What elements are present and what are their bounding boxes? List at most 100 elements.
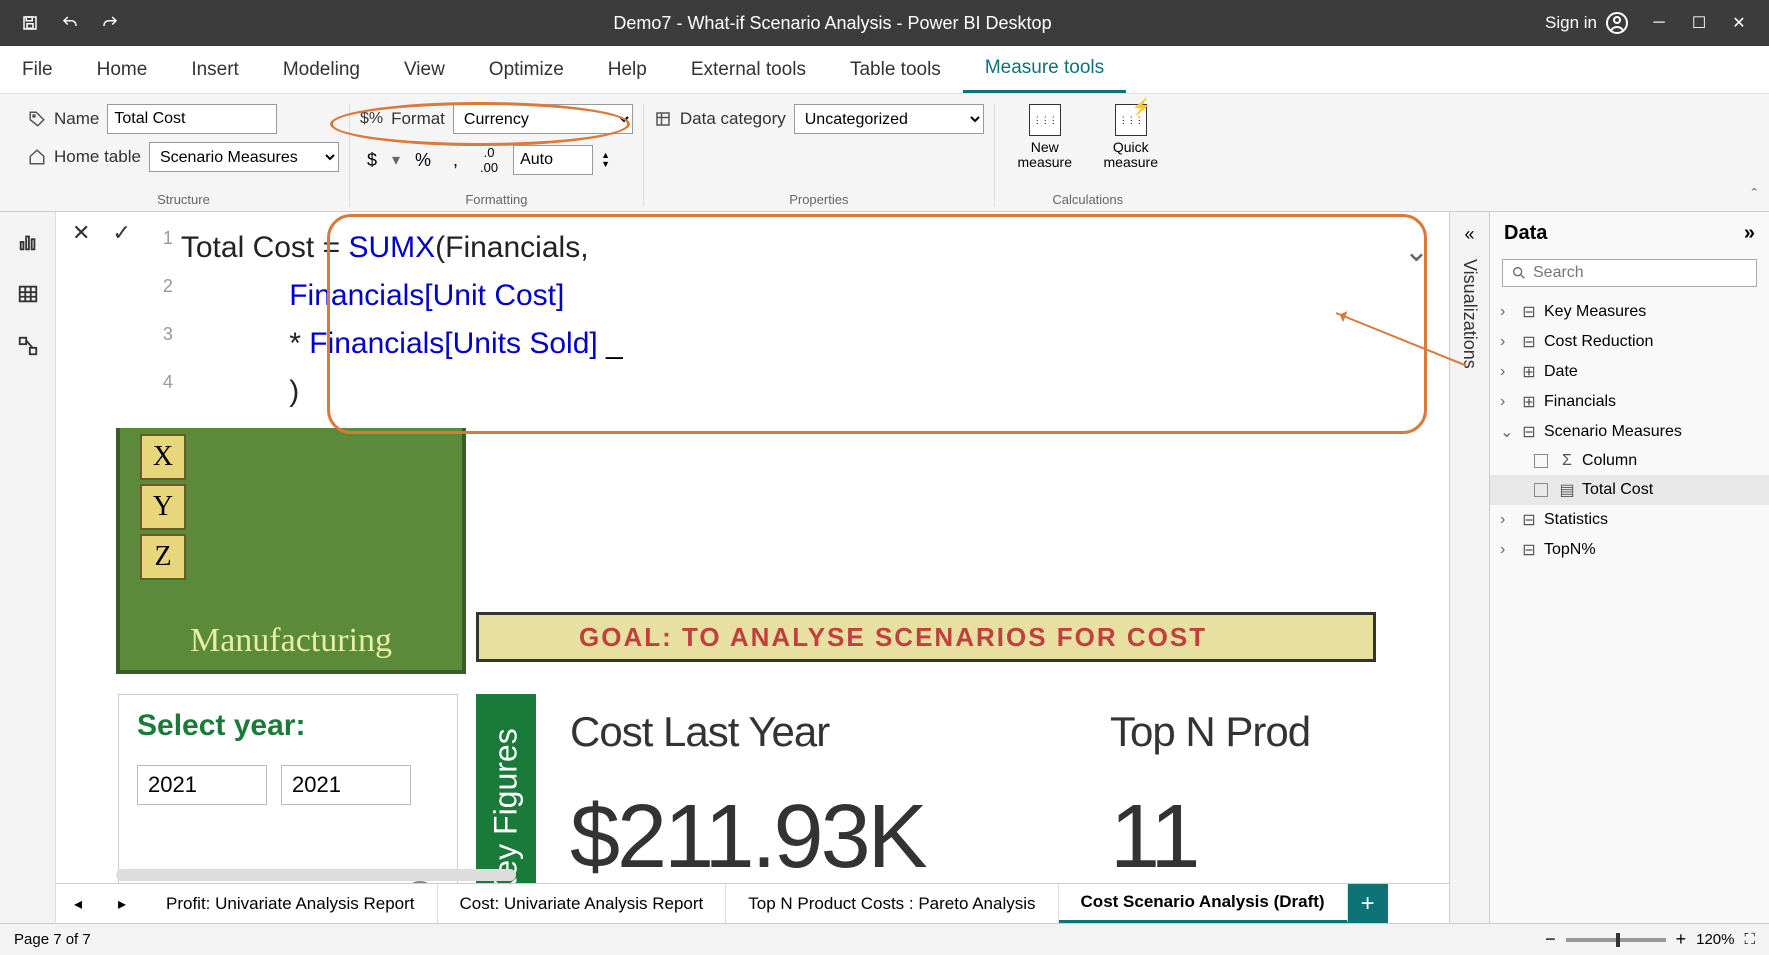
spinner-icon[interactable]: ▲▼ [601, 151, 610, 169]
ribbon-group-calculations: New measure ⚡ Quick measure Calculations [995, 104, 1181, 207]
ribbon-tab-table-tools[interactable]: Table tools [828, 46, 963, 93]
report-view-icon[interactable] [14, 230, 42, 254]
data-pane-expand-icon[interactable]: » [1744, 222, 1755, 245]
page-tab[interactable]: Profit: Univariate Analysis Report [144, 884, 438, 923]
ribbon-tab-help[interactable]: Help [586, 46, 669, 93]
horizontal-scrollbar[interactable] [116, 869, 516, 881]
ribbon-tab-insert[interactable]: Insert [169, 46, 261, 93]
format-select[interactable]: Currency [453, 104, 633, 134]
fields-tree: ›⊟Key Measures › ⊟ Cost Reduction ›⊞Date›⊞Fi… [1490, 297, 1769, 923]
visualizations-label: Visualizations [1459, 259, 1480, 369]
zoom-slider[interactable] [1566, 938, 1666, 942]
measure-group-icon: ⊟ [1520, 540, 1538, 560]
datacategory-label: Data category [680, 109, 786, 129]
percent-button[interactable]: % [408, 147, 438, 174]
redo-icon[interactable] [100, 13, 120, 33]
tree-label: Cost Reduction [1544, 333, 1653, 351]
table-icon: ⊞ [1520, 392, 1538, 412]
add-page-button[interactable]: + [1348, 884, 1388, 923]
comma-button[interactable]: , [446, 147, 465, 174]
currency-button[interactable]: $ [360, 147, 384, 174]
year-from-input[interactable] [137, 765, 267, 805]
tree-table-scenario-measures[interactable]: ⌄⊟Scenario Measures [1490, 417, 1769, 447]
save-icon[interactable] [20, 13, 40, 33]
zoom-out-button[interactable]: − [1545, 929, 1556, 950]
formula-editor[interactable]: 1Total Cost = SUMX(Financials, 2 Financi… [147, 218, 1439, 422]
zoom-in-button[interactable]: + [1676, 929, 1687, 950]
page-tab[interactable]: Top N Product Costs : Pareto Analysis [726, 884, 1058, 923]
tree-label: Key Measures [1544, 303, 1646, 321]
tree-table-key-measures[interactable]: ›⊟Key Measures [1490, 297, 1769, 327]
ribbon-tab-external-tools[interactable]: External tools [669, 46, 828, 93]
page-next-icon[interactable]: ▸ [100, 884, 144, 923]
tree-label: Statistics [1544, 511, 1608, 529]
report-canvas[interactable]: X Y Z Manufacturing GOAL: TO ANALYSE SCE… [56, 424, 1449, 923]
maximize-icon[interactable]: ☐ [1689, 13, 1709, 33]
ribbon-tab-modeling[interactable]: Modeling [261, 46, 382, 93]
page-prev-icon[interactable]: ◂ [56, 884, 100, 923]
page-tab[interactable]: Cost: Univariate Analysis Report [438, 884, 727, 923]
group-label-calculations: Calculations [1005, 192, 1171, 207]
measure-group-icon: ⊟ [1520, 332, 1538, 352]
decimals-input[interactable] [513, 145, 593, 175]
formula-expand-icon[interactable]: ⌄ [1404, 228, 1429, 276]
data-view-icon[interactable] [14, 282, 42, 306]
ribbon-collapse-icon[interactable]: ˆ [1752, 187, 1757, 205]
close-icon[interactable]: ✕ [1729, 13, 1749, 33]
checkbox[interactable] [1534, 454, 1548, 468]
main-area: ✕ ✓ 1Total Cost = SUMX(Financials, 2 Fin… [0, 212, 1769, 923]
page-tab[interactable]: Cost Scenario Analysis (Draft) [1059, 884, 1348, 923]
new-measure-button[interactable]: New measure [1005, 104, 1085, 186]
cursor: _ [598, 327, 623, 360]
datacategory-select[interactable]: Uncategorized [794, 104, 984, 134]
decimals-button[interactable]: .0.00 [473, 142, 505, 178]
ribbon-tab-file[interactable]: File [0, 46, 75, 93]
chevron-icon: › [1500, 541, 1514, 559]
visualizations-pane-collapsed[interactable]: « Visualizations [1449, 212, 1489, 923]
tree-field-total-cost[interactable]: ▤Total Cost [1490, 475, 1769, 505]
tree-table-cost-reduction[interactable]: ›⊟Cost Reduction [1490, 327, 1769, 357]
ribbon-group-formatting: $% Format Currency $ ▾ % , .0.00 ▲▼ Form… [350, 104, 644, 207]
ribbon-tabs: FileHomeInsertModelingViewOptimizeHelpEx… [0, 46, 1769, 94]
ribbon-tab-home[interactable]: Home [75, 46, 170, 93]
tree-table-statistics[interactable]: ›⊟Statistics [1490, 505, 1769, 535]
signin-label: Sign in [1545, 13, 1597, 33]
group-label-properties: Properties [654, 192, 984, 207]
table-icon: ⊞ [1520, 362, 1538, 382]
name-input[interactable] [107, 104, 277, 134]
signin-button[interactable]: Sign in [1545, 11, 1629, 35]
dax-pad: * [181, 327, 309, 360]
ribbon-tab-view[interactable]: View [382, 46, 467, 93]
tree-field-column[interactable]: ΣColumn [1490, 447, 1769, 475]
data-pane: Data » ›⊟Key Measures›⊟Cost Reduction›⊞D… [1489, 212, 1769, 923]
ribbon-tab-measure-tools[interactable]: Measure tools [963, 46, 1126, 93]
ribbon-tab-optimize[interactable]: Optimize [467, 46, 586, 93]
formula-cancel-icon[interactable]: ✕ [66, 218, 96, 248]
data-search[interactable] [1502, 259, 1757, 287]
gutter-4: 4 [157, 368, 173, 397]
company-logo-block: X Y Z Manufacturing [116, 424, 466, 674]
tree-label: Column [1582, 452, 1637, 470]
dax-function: SUMX [348, 231, 435, 264]
expand-viz-icon[interactable]: « [1464, 224, 1474, 245]
tree-table-topn%[interactable]: ›⊟TopN% [1490, 535, 1769, 565]
tree-table-date[interactable]: ›⊞Date [1490, 357, 1769, 387]
formula-commit-icon[interactable]: ✓ [106, 218, 136, 248]
user-icon [1605, 11, 1629, 35]
dax-pad: ) [181, 375, 299, 408]
hometable-select[interactable]: Scenario Measures [149, 142, 339, 172]
undo-icon[interactable] [60, 13, 80, 33]
quick-measure-button[interactable]: ⚡ Quick measure [1091, 104, 1171, 186]
data-search-input[interactable] [1533, 264, 1748, 282]
minimize-icon[interactable]: ─ [1649, 13, 1669, 33]
tree-label: Total Cost [1582, 481, 1653, 499]
group-label-formatting: Formatting [360, 192, 633, 207]
window-title: Demo7 - What-if Scenario Analysis - Powe… [120, 13, 1545, 34]
checkbox[interactable] [1534, 483, 1548, 497]
year-to-input[interactable] [281, 765, 411, 805]
tree-table-financials[interactable]: ›⊞Financials [1490, 387, 1769, 417]
model-view-icon[interactable] [14, 334, 42, 358]
fit-to-page-icon[interactable]: ⛶ [1744, 931, 1755, 948]
format-icon: $% [360, 110, 383, 128]
chevron-icon: ⌄ [1500, 422, 1514, 442]
